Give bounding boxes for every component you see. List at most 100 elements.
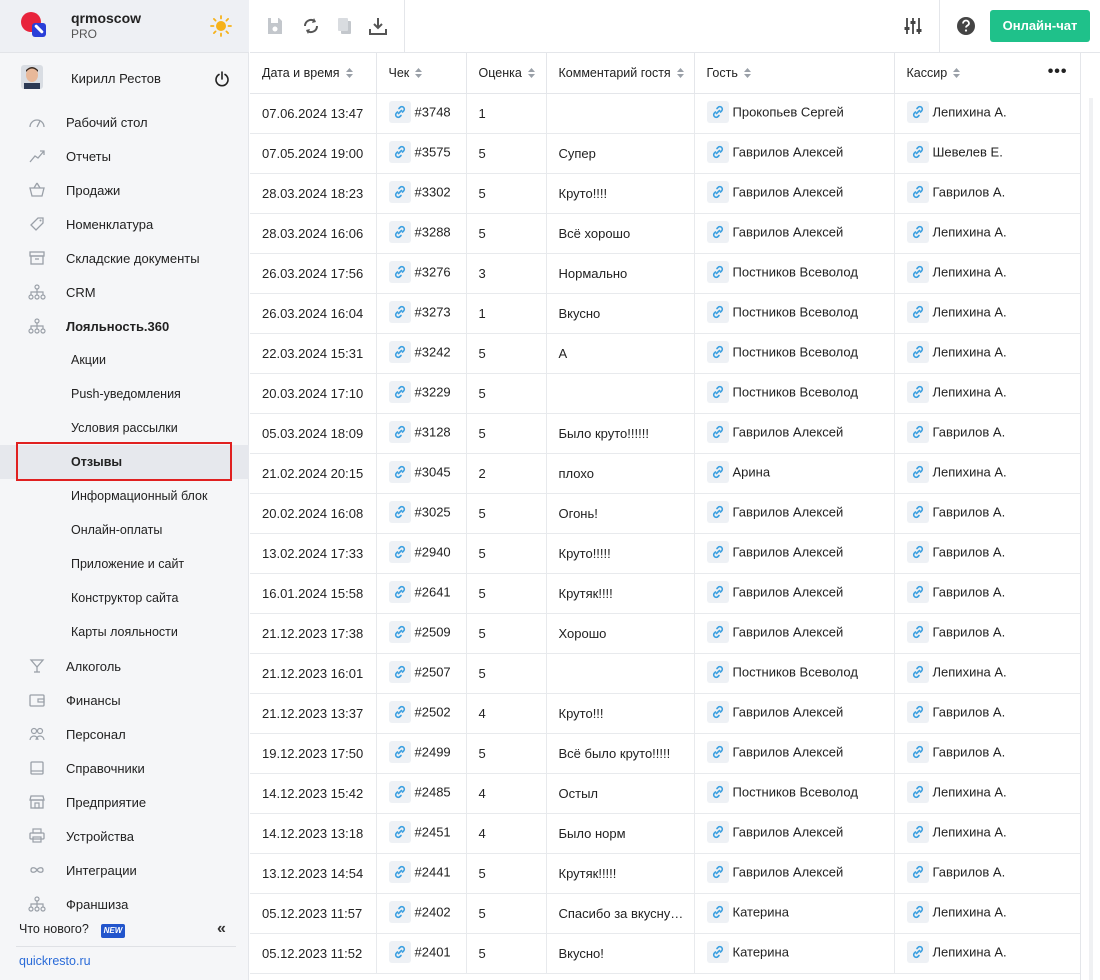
link-icon[interactable] <box>388 221 411 243</box>
link-icon[interactable] <box>906 421 929 443</box>
link-icon[interactable] <box>906 581 929 603</box>
link-icon[interactable] <box>906 501 929 523</box>
column-header[interactable]: Комментарий гостя <box>546 53 695 94</box>
link-icon[interactable] <box>706 701 729 723</box>
table-cell[interactable]: #2485 <box>376 773 467 814</box>
table-cell[interactable]: Лепихина А. <box>894 653 1081 694</box>
table-row[interactable]: 26.03.2024 17:56 #3276 3 Нормально Постников… <box>250 253 1081 294</box>
table-cell[interactable]: Лепихина А. <box>894 453 1081 494</box>
link-icon[interactable] <box>706 661 729 683</box>
link-icon[interactable] <box>906 261 929 283</box>
link-icon[interactable] <box>388 781 411 803</box>
table-cell[interactable]: Гаврилов А. <box>894 413 1081 454</box>
link-icon[interactable] <box>906 221 929 243</box>
table-cell[interactable]: Лепихина А. <box>894 213 1081 254</box>
table-cell[interactable]: #3045 <box>376 453 467 494</box>
table-cell[interactable]: Катерина <box>694 933 895 974</box>
table-cell[interactable]: Гаврилов А. <box>894 693 1081 734</box>
link-icon[interactable] <box>906 741 929 763</box>
table-cell[interactable]: Лепихина А. <box>894 773 1081 814</box>
table-row[interactable]: 13.02.2024 17:33 #2940 5 Круто!!!!! Гаврилов… <box>250 533 1081 574</box>
link-icon[interactable] <box>706 501 729 523</box>
table-row[interactable]: 07.06.2024 13:47 #3748 1 Прокопьев Сергей Ле… <box>250 93 1081 134</box>
link-icon[interactable] <box>388 861 411 883</box>
table-cell[interactable]: Прокопьев Сергей <box>694 93 895 134</box>
scrollbar-thumb[interactable] <box>1089 98 1093 980</box>
sort-icon[interactable] <box>953 68 961 79</box>
copy-icon[interactable] <box>334 15 356 37</box>
table-cell[interactable]: #2507 <box>376 653 467 694</box>
link-icon[interactable] <box>906 941 929 963</box>
sidebar-item[interactable]: Складские документы <box>0 241 249 275</box>
table-cell[interactable]: Гаврилов Алексей <box>694 733 895 774</box>
link-icon[interactable] <box>906 301 929 323</box>
online-chat-button[interactable]: Онлайн-чат <box>990 10 1090 42</box>
sidebar-item[interactable]: Персонал <box>0 717 249 751</box>
table-cell[interactable]: Постников Всеволод <box>694 373 895 414</box>
column-header[interactable]: Оценка <box>466 53 547 94</box>
link-icon[interactable] <box>706 301 729 323</box>
table-cell[interactable]: Гаврилов Алексей <box>694 493 895 534</box>
sun-icon[interactable] <box>210 15 232 37</box>
link-icon[interactable] <box>706 381 729 403</box>
table-cell[interactable]: #3025 <box>376 493 467 534</box>
table-cell[interactable]: #2509 <box>376 613 467 654</box>
sort-icon[interactable] <box>527 68 535 79</box>
table-cell[interactable]: Гаврилов Алексей <box>694 133 895 174</box>
link-icon[interactable] <box>388 301 411 323</box>
link-icon[interactable] <box>706 621 729 643</box>
table-cell[interactable]: Постников Всеволод <box>694 253 895 294</box>
table-cell[interactable]: Лепихина А. <box>894 373 1081 414</box>
table-cell[interactable]: Гаврилов А. <box>894 173 1081 214</box>
scrollbar[interactable] <box>1080 53 1100 980</box>
table-row[interactable]: 20.02.2024 16:08 #3025 5 Огонь! Гаврилов Але… <box>250 493 1081 534</box>
link-icon[interactable] <box>906 661 929 683</box>
link-icon[interactable] <box>706 941 729 963</box>
table-row[interactable]: 20.03.2024 17:10 #3229 5 Постников Всеволод… <box>250 373 1081 414</box>
link-icon[interactable] <box>706 901 729 923</box>
table-cell[interactable]: #3128 <box>376 413 467 454</box>
link-icon[interactable] <box>906 781 929 803</box>
link-icon[interactable] <box>388 181 411 203</box>
table-row[interactable]: 05.03.2024 18:09 #3128 5 Было круто!!!!!! Га… <box>250 413 1081 454</box>
table-row[interactable]: 26.03.2024 16:04 #3273 1 Вкусно Постников Вс… <box>250 293 1081 334</box>
link-icon[interactable] <box>906 821 929 843</box>
table-cell[interactable]: #2641 <box>376 573 467 614</box>
table-row[interactable]: 22.03.2024 15:31 #3242 5 А Постников Всеволо… <box>250 333 1081 374</box>
sidebar-item[interactable]: Конструктор сайта <box>0 581 249 615</box>
help-icon[interactable] <box>955 15 977 37</box>
table-cell[interactable]: Шевелев Е. <box>894 133 1081 174</box>
table-cell[interactable]: Катерина <box>694 893 895 934</box>
whats-new-link[interactable]: Что нового? <box>19 922 89 936</box>
sidebar-item[interactable]: Информационный блок <box>0 479 249 513</box>
site-link[interactable]: quickresto.ru <box>19 954 91 968</box>
table-cell[interactable]: #3242 <box>376 333 467 374</box>
table-cell[interactable]: #2499 <box>376 733 467 774</box>
avatar[interactable] <box>21 65 43 89</box>
link-icon[interactable] <box>388 421 411 443</box>
link-icon[interactable] <box>388 381 411 403</box>
table-cell[interactable]: #2441 <box>376 853 467 894</box>
table-row[interactable]: 21.12.2023 17:38 #2509 5 Хорошо Гаврилов Але… <box>250 613 1081 654</box>
link-icon[interactable] <box>388 341 411 363</box>
filter-settings-icon[interactable] <box>902 15 924 37</box>
table-cell[interactable]: #3273 <box>376 293 467 334</box>
table-row[interactable]: 19.12.2023 17:50 #2499 5 Всё было круто!!!!… <box>250 733 1081 774</box>
table-cell[interactable]: Лепихина А. <box>894 893 1081 934</box>
link-icon[interactable] <box>706 341 729 363</box>
link-icon[interactable] <box>906 341 929 363</box>
table-row[interactable]: 28.03.2024 18:23 #3302 5 Круто!!!! Гаврилов … <box>250 173 1081 214</box>
link-icon[interactable] <box>706 861 729 883</box>
link-icon[interactable] <box>906 181 929 203</box>
link-icon[interactable] <box>388 821 411 843</box>
sidebar-item[interactable]: Продажи <box>0 173 249 207</box>
sidebar-item[interactable]: Акции <box>0 343 249 377</box>
table-cell[interactable]: #2940 <box>376 533 467 574</box>
table-row[interactable]: 05.12.2023 11:57 #2402 5 Спасибо за вкусну…… <box>250 893 1081 934</box>
link-icon[interactable] <box>388 741 411 763</box>
table-cell[interactable]: #2451 <box>376 813 467 854</box>
table-row[interactable]: 13.12.2023 14:54 #2441 5 Крутяк!!!!! Гаврило… <box>250 853 1081 894</box>
sidebar-item[interactable]: Интеграции <box>0 853 249 887</box>
sidebar-item[interactable]: Номенклатура <box>0 207 249 241</box>
link-icon[interactable] <box>388 261 411 283</box>
